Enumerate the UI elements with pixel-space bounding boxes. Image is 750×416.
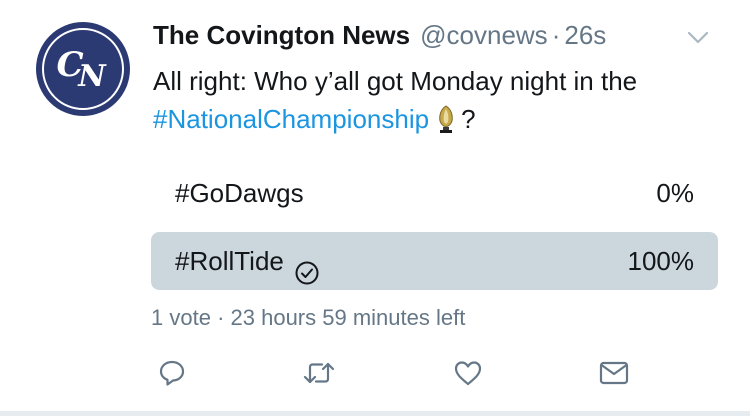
separator-dot: · — [217, 305, 225, 330]
poll-vote-count: 1 vote — [151, 305, 211, 330]
envelope-icon — [599, 361, 629, 385]
avatar[interactable]: C N — [36, 22, 130, 116]
tweet-text: All right: Who y’all got Monday night in… — [153, 62, 723, 138]
handle[interactable]: @covnews — [420, 20, 548, 51]
svg-text:N: N — [77, 59, 107, 94]
retweet-icon — [303, 362, 335, 384]
tweet-divider — [0, 411, 750, 416]
chevron-down-icon[interactable] — [686, 30, 710, 46]
tweet-text-before: All right: Who y’all got Monday night in… — [153, 66, 638, 96]
check-circle-icon — [294, 248, 320, 285]
like-button[interactable] — [451, 356, 485, 390]
reply-icon — [159, 360, 185, 386]
poll-option-godawgs: #GoDawgs 0% — [151, 164, 718, 222]
tweet-actions — [151, 356, 641, 392]
heart-icon — [454, 361, 482, 386]
poll-option-percent: 0% — [656, 178, 694, 208]
poll-option-rolltide: #RollTide 100% — [151, 232, 718, 290]
covington-news-logo: C N — [42, 28, 124, 110]
poll-option-text: #GoDawgs — [175, 178, 304, 208]
poll-option-label: #GoDawgs — [175, 164, 304, 222]
direct-message-button[interactable] — [597, 356, 631, 390]
tweet-header: The Covington News @covnews · 26s — [153, 20, 730, 54]
display-name[interactable]: The Covington News — [153, 20, 410, 51]
reply-button[interactable] — [155, 356, 189, 390]
retweet-button[interactable] — [302, 356, 336, 390]
poll-option-percent: 100% — [627, 246, 695, 276]
poll-option-text: #RollTide — [175, 246, 284, 276]
poll-meta: 1 vote · 23 hours 59 minutes left — [151, 305, 465, 331]
hashtag-link[interactable]: #NationalChampionship — [153, 104, 429, 134]
trophy-icon — [435, 105, 457, 133]
timestamp[interactable]: 26s — [564, 20, 606, 51]
poll-time-left: 23 hours 59 minutes left — [230, 305, 466, 330]
tweet[interactable]: C N The Covington News @covnews · 26s Al… — [0, 0, 750, 416]
separator-dot: · — [551, 20, 561, 50]
poll: #GoDawgs 0% #RollTide 100% — [151, 164, 718, 300]
poll-option-label: #RollTide — [175, 232, 320, 290]
tweet-text-after: ? — [461, 104, 476, 134]
